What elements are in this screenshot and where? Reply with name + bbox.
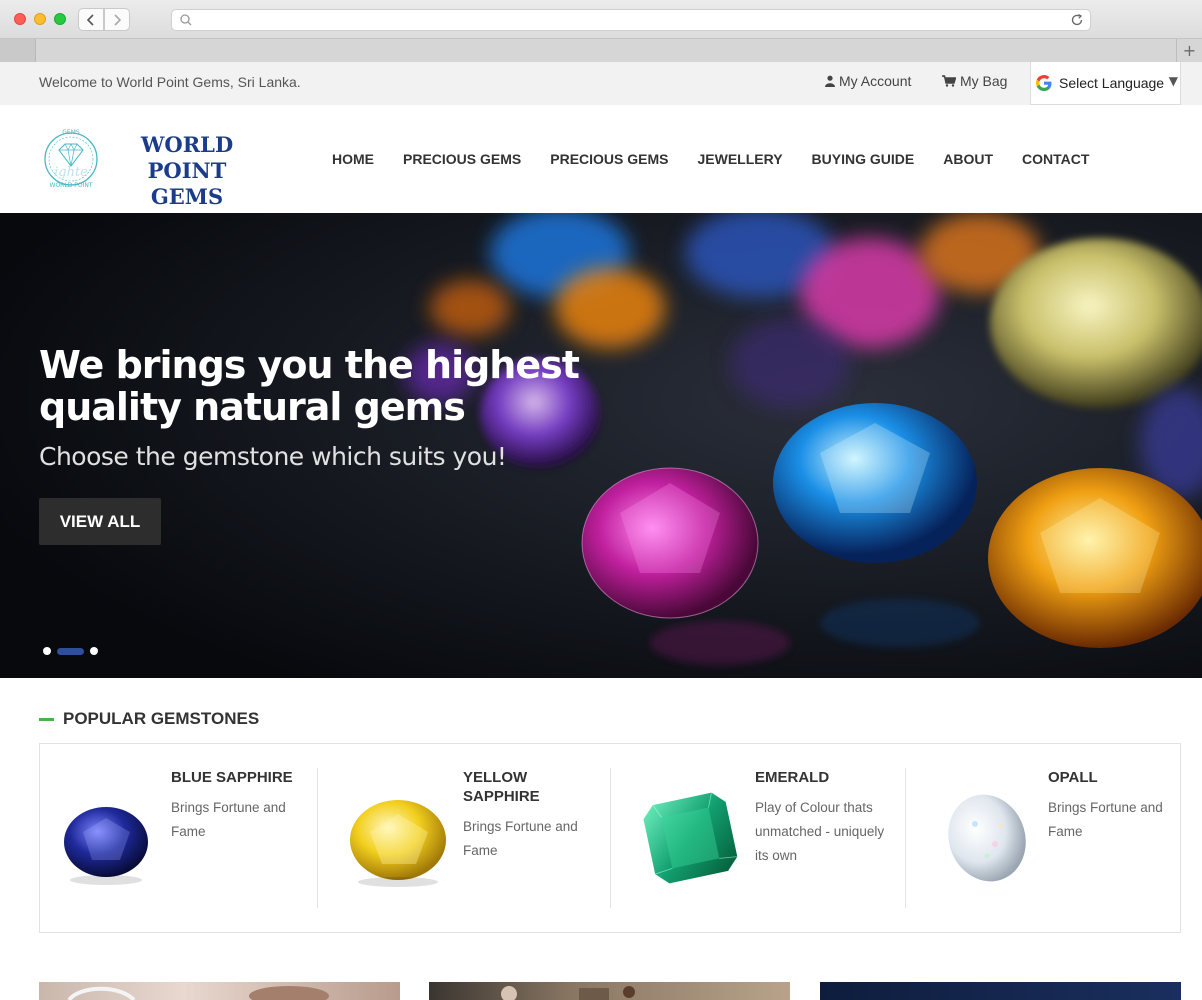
slide-dot-3[interactable] [90,647,98,655]
browser-chrome: + [0,0,1202,62]
user-icon [825,75,835,87]
nav-buying-guide[interactable]: BUYING GUIDE [812,151,915,167]
my-bag-label: My Bag [960,73,1008,89]
heading-accent-bar [39,717,54,721]
my-account-label: My Account [839,73,912,89]
diamond-emblem-icon: GEMS ighte WORLD POINT [44,129,98,189]
my-account-link[interactable]: My Account [825,73,911,89]
gem-name: OPALL [1048,769,1098,786]
maximize-window-button[interactable] [54,13,66,25]
hero-subtitle: Choose the gemstone which suits you! [39,442,507,471]
hero-title: We brings you the highest quality natura… [39,343,580,429]
gem-card-emerald[interactable]: EMERALD Play of Colour thats unmatched -… [624,768,914,908]
slide-dot-2[interactable] [57,647,84,655]
gem-name: YELLOW SAPPHIRE [463,769,540,805]
slide-dot-1[interactable] [43,647,51,655]
mining-photo-image [501,986,635,1000]
new-tab-button[interactable]: + [1176,39,1202,62]
forward-button[interactable] [104,8,130,31]
main-nav: HOME PRECIOUS GEMS PRECIOUS GEMS JEWELLE… [332,151,1118,167]
welcome-text: Welcome to World Point Gems, Sri Lanka. [39,74,301,90]
emerald-image [643,792,738,884]
popular-gemstones-title: POPULAR GEMSTONES [63,709,260,728]
yellow-sapphire-image [350,800,446,887]
nav-precious-gems-2[interactable]: PRECIOUS GEMS [550,151,668,167]
tab-active[interactable] [0,39,36,62]
popular-gemstones-heading: POPULAR GEMSTONES [39,709,259,729]
gem-description: Brings Fortune and Fame [1048,800,1163,839]
divider [610,768,611,908]
nav-jewellery[interactable]: JEWELLERY [698,151,783,167]
gem-card-blue-sapphire[interactable]: BLUE SAPPHIRE Brings Fortune and Fame [40,768,330,908]
address-bar[interactable] [171,9,1091,31]
logo-text: WORLD POINT GEMS [102,132,272,210]
ring-photo-image [67,986,329,1000]
teaser-image-1[interactable] [39,982,400,1000]
hero-slider: We brings you the highest quality natura… [0,213,1202,678]
nav-home[interactable]: HOME [332,151,374,167]
teaser-image-2[interactable] [429,982,790,1000]
opal-image [948,794,1026,882]
logo-line-2: GEMS [150,184,224,209]
nav-about[interactable]: ABOUT [943,151,993,167]
blue-sapphire-image [64,807,148,885]
site-logo[interactable]: GEMS ighte WORLD POINT WORLD POINT GEMS [42,124,272,209]
divider [905,768,906,908]
search-icon [180,14,192,26]
gem-name: EMERALD [755,769,830,786]
tab-strip: + [0,38,1202,62]
logo-line-1: WORLD POINT [140,132,234,183]
title-bar [0,0,1202,38]
site-header: GEMS ighte WORLD POINT WORLD POINT GEMS … [0,105,1202,213]
language-label: Select Language [1059,75,1165,91]
svg-text:WORLD POINT: WORLD POINT [50,182,93,189]
top-utility-bar: Welcome to World Point Gems, Sri Lanka. … [0,62,1202,105]
back-button[interactable] [78,8,104,31]
gem-description: Play of Colour thats unmatched - uniquel… [755,800,885,863]
minimize-window-button[interactable] [34,13,46,25]
view-all-button[interactable]: VIEW ALL [39,498,161,545]
gem-description: Brings Fortune and Fame [171,800,286,839]
gem-name: BLUE SAPPHIRE [171,769,293,786]
gem-description: Brings Fortune and Fame [463,819,578,858]
plus-icon: + [1182,41,1197,60]
chevron-left-icon [86,13,94,26]
gem-card-yellow-sapphire[interactable]: YELLOW SAPPHIRE Brings Fortune and Fame [332,768,622,908]
svg-text:GEMS: GEMS [62,129,80,136]
caret-down-icon: ▼ [1168,74,1178,88]
language-select[interactable]: Select Language ▼ [1030,62,1181,105]
shopping-cart-icon [942,75,956,87]
popular-gemstones-list: BLUE SAPPHIRE Brings Fortune and Fame YE… [39,743,1181,933]
teaser-image-3[interactable] [820,982,1181,1000]
gem-card-opall[interactable]: OPALL Brings Fortune and Fame [917,768,1202,908]
slider-pagination [43,647,98,655]
close-window-button[interactable] [14,13,26,25]
nav-contact[interactable]: CONTACT [1022,151,1089,167]
my-bag-link[interactable]: My Bag [942,73,1007,89]
svg-text:ighte: ighte [54,165,88,180]
reload-icon[interactable] [1070,13,1084,27]
nav-precious-gems[interactable]: PRECIOUS GEMS [403,151,521,167]
divider [317,768,318,908]
google-icon [1036,75,1052,91]
chevron-right-icon [114,13,122,26]
